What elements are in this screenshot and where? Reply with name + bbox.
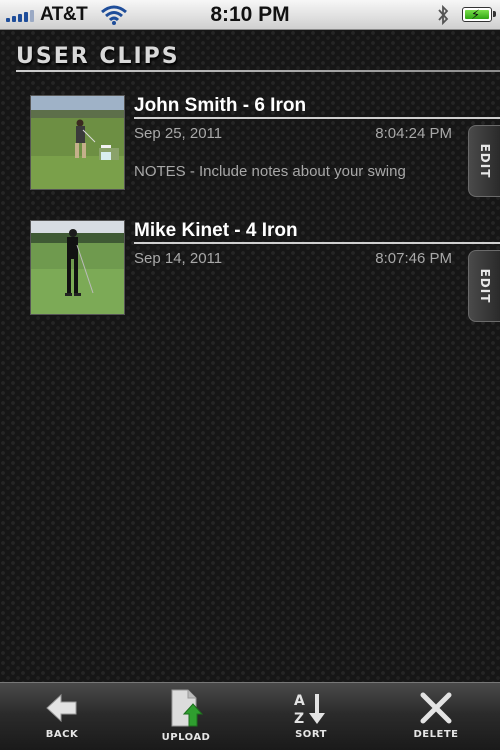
clip-title-divider xyxy=(134,242,500,244)
status-bar: AT&T 8:10 PM ⚡ xyxy=(0,0,500,30)
edit-button-label: EDIT xyxy=(477,143,492,179)
upload-button[interactable]: UPLOAD xyxy=(141,683,231,750)
back-label: BACK xyxy=(45,729,79,740)
header-divider xyxy=(16,70,500,72)
clip-time: 8:07:46 PM xyxy=(375,250,452,267)
back-arrow-icon xyxy=(46,693,77,723)
clip-notes: NOTES - Include notes about your swing xyxy=(134,163,406,180)
clip-time: 8:04:24 PM xyxy=(375,125,452,142)
upload-label: UPLOAD xyxy=(161,732,211,743)
bottom-toolbar: BACK UPLOAD A Z SORT DELETE xyxy=(0,682,500,750)
battery-charging-icon: ⚡ xyxy=(462,7,496,22)
page-title: USER CLIPS xyxy=(16,44,180,69)
svg-text:Z: Z xyxy=(294,711,304,727)
edit-button-label: EDIT xyxy=(477,268,492,304)
sort-az-icon: A Z xyxy=(294,693,325,727)
edit-button[interactable]: EDIT xyxy=(468,250,500,322)
back-button[interactable]: BACK xyxy=(17,683,107,750)
clip-item[interactable]: John Smith - 6 Iron Sep 25, 2011 8:04:24… xyxy=(0,95,500,205)
upload-icon xyxy=(171,689,204,727)
delete-label: DELETE xyxy=(413,729,459,740)
clip-title: Mike Kinet - 4 Iron xyxy=(134,220,298,241)
clip-title: John Smith - 6 Iron xyxy=(134,95,307,116)
clip-date: Sep 14, 2011 xyxy=(134,250,223,267)
clip-date: Sep 25, 2011 xyxy=(134,125,223,142)
clip-thumbnail[interactable] xyxy=(30,95,125,190)
clip-title-divider xyxy=(134,117,500,119)
edit-button[interactable]: EDIT xyxy=(468,125,500,197)
sort-button[interactable]: A Z SORT xyxy=(266,683,356,750)
clip-thumbnail[interactable] xyxy=(30,220,125,315)
delete-button[interactable]: DELETE xyxy=(391,683,481,750)
clock: 8:10 PM xyxy=(210,3,290,26)
svg-text:A: A xyxy=(294,693,305,709)
bluetooth-icon xyxy=(438,4,449,26)
delete-x-icon xyxy=(420,692,452,724)
clip-item[interactable]: Mike Kinet - 4 Iron Sep 14, 2011 8:07:46… xyxy=(0,220,500,330)
sort-label: SORT xyxy=(295,729,327,740)
